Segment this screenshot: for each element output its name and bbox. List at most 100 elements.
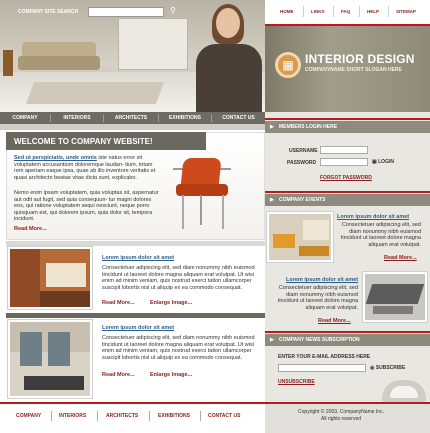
brand-slogan: COMPANYNAME SHORT SLOGAN HERE	[305, 67, 402, 73]
nav-underline	[0, 124, 265, 130]
top-link-divider	[359, 6, 360, 17]
white-chair-seat	[390, 386, 418, 398]
bullet-icon: ▶	[270, 197, 274, 203]
event-read-more-link[interactable]: Read More...	[384, 255, 417, 261]
unsubscribe-link[interactable]: UNSUBSCRIBE	[278, 379, 315, 385]
section-red-rule	[265, 331, 430, 333]
footer-divider	[97, 411, 98, 421]
nav-interiors[interactable]: INTERIORS	[51, 112, 103, 124]
chair-image-leg	[200, 195, 202, 225]
lock-icon: ▣	[372, 159, 377, 165]
room-window	[48, 332, 70, 366]
event-title[interactable]: Lorem ipsum dolor sit amet	[286, 277, 358, 283]
hero-rug	[25, 82, 165, 104]
article-image[interactable]	[7, 246, 93, 310]
chair-image-leg	[222, 195, 224, 229]
top-link-help[interactable]: HELP	[367, 9, 379, 14]
footer-link-architects[interactable]: ARCHITECTS	[106, 413, 138, 419]
magnifier-icon[interactable]: ⚲	[168, 6, 178, 16]
section-divider	[6, 241, 265, 246]
section-red-rule	[265, 118, 430, 120]
event-title[interactable]: Lorem ipsum dolor sit amet	[337, 214, 409, 220]
orange-sofa	[273, 234, 295, 248]
footer-link-exhibitions[interactable]: EXHIBITIONS	[158, 413, 190, 419]
email-input[interactable]	[278, 364, 366, 372]
nav-contact-us[interactable]: CONTACT US	[212, 112, 265, 124]
copyright-text: Copyright © 2003, CompanyName Inc. All r…	[281, 409, 401, 422]
bullet-icon: ▶	[270, 124, 274, 130]
top-link-sitemap[interactable]: SITEMAP	[396, 9, 416, 14]
room-sofa	[24, 376, 84, 390]
subscribe-button[interactable]: ◉ SUBSCRIBE	[370, 365, 412, 371]
hero-sofa-seat	[18, 56, 100, 70]
chair-icon: ▦	[275, 52, 301, 78]
hero-person-body	[196, 44, 262, 112]
article-title[interactable]: Lorem ipsum dolor sit amet	[102, 325, 174, 331]
nav-exhibitions[interactable]: EXHIBITIONS	[159, 112, 211, 124]
events-heading-text: COMPANY EVENTS	[279, 197, 326, 203]
footer-link-interiors[interactable]: INTERIORS	[59, 413, 86, 419]
search-label: COMPANY SITE SEARCH	[18, 9, 79, 15]
event-image[interactable]	[362, 271, 428, 323]
event-text: Consectetuer adipiscing elit, sed diam n…	[340, 222, 421, 248]
password-label: PASSWORD	[287, 160, 317, 166]
section-divider	[6, 313, 265, 318]
username-input[interactable]	[320, 146, 368, 154]
hero-person-face	[216, 8, 240, 38]
article-read-more-link[interactable]: Read More...	[102, 372, 135, 378]
circle-arrow-icon: ◉	[370, 365, 375, 371]
top-link-divider	[333, 6, 334, 17]
bullet-icon: ▶	[270, 337, 274, 343]
forgot-password-link[interactable]: FORGOT PASSWORD	[320, 175, 372, 181]
article-text: Consectetuer adipiscing elit, sed diam n…	[102, 265, 255, 291]
welcome-read-more-link[interactable]: Read More...	[14, 226, 47, 232]
article-enlarge-image-link[interactable]: Enlarge Image...	[150, 300, 192, 306]
article-enlarge-image-link[interactable]: Enlarge Image...	[150, 372, 192, 378]
gray-sofa	[365, 284, 425, 304]
article-image[interactable]	[7, 319, 93, 399]
event-image[interactable]	[266, 211, 334, 263]
event-text: Consectetuer adipiscing elit, sed diam n…	[277, 285, 358, 311]
top-link-divider	[303, 6, 304, 17]
welcome-title: WELCOME TO COMPANY WEBSITE!	[14, 137, 153, 146]
footer-divider	[149, 411, 150, 421]
hero-lamp	[3, 50, 13, 76]
welcome-lead-link[interactable]: Sed ut perspiciatis, unde omnis	[14, 155, 97, 161]
orange-chair	[299, 246, 329, 256]
search-input[interactable]	[88, 7, 164, 17]
top-link-faq[interactable]: FAQ	[341, 9, 350, 14]
newsletter-heading-text: COMPANY NEWS SUBSCRIPTION	[279, 337, 360, 343]
email-label: ENTER YOUR E-MAIL ADDRESS HERE	[278, 354, 371, 360]
top-link-divider	[388, 6, 389, 17]
footer-link-company[interactable]: COMPANY	[16, 413, 41, 419]
login-heading-text: MEMBERS LOGIN HERE	[279, 124, 338, 130]
gray-sofa-seat	[373, 306, 413, 314]
login-heading: ▶ MEMBERS LOGIN HERE	[265, 121, 430, 133]
event-read-more-link[interactable]: Read More...	[318, 318, 351, 324]
article-read-more-link[interactable]: Read More...	[102, 300, 135, 306]
main-nav: COMPANY INTERIORS ARCHITECTS EXHIBITIONS…	[0, 112, 265, 124]
article-text: Consectetuer adipiscing elit, sed diam n…	[102, 335, 255, 361]
username-label: USERNAME	[289, 148, 318, 154]
password-input[interactable]	[320, 158, 368, 166]
welcome-body: Nemo enim ipsam voluptatem, quia volupta…	[14, 190, 159, 223]
chair-image-leg	[182, 195, 184, 229]
article-title[interactable]: Lorem ipsum dolor sit amet	[102, 255, 174, 261]
nav-company[interactable]: COMPANY	[0, 112, 50, 124]
login-button-label: LOGIN	[378, 159, 394, 165]
subscribe-button-label: SUBSCRIBE	[375, 365, 406, 371]
room-window	[303, 220, 329, 240]
brick-wall	[10, 249, 40, 307]
copyright-line: All rights reserved	[320, 415, 361, 422]
footer-divider	[200, 411, 201, 421]
nav-architects[interactable]: ARCHITECTS	[104, 112, 158, 124]
top-link-home[interactable]: HOME	[280, 9, 294, 14]
hero-window	[118, 18, 188, 70]
top-link-links[interactable]: LINKS	[311, 9, 325, 14]
footer-divider	[51, 411, 52, 421]
login-button[interactable]: ▣ LOGIN	[372, 159, 402, 165]
brand-title: INTERIOR DESIGN	[305, 52, 415, 66]
footer-link-contact-us[interactable]: CONTACT US	[208, 413, 240, 419]
room-furniture	[40, 291, 90, 307]
newsletter-heading: ▶ COMPANY NEWS SUBSCRIPTION	[265, 334, 430, 346]
